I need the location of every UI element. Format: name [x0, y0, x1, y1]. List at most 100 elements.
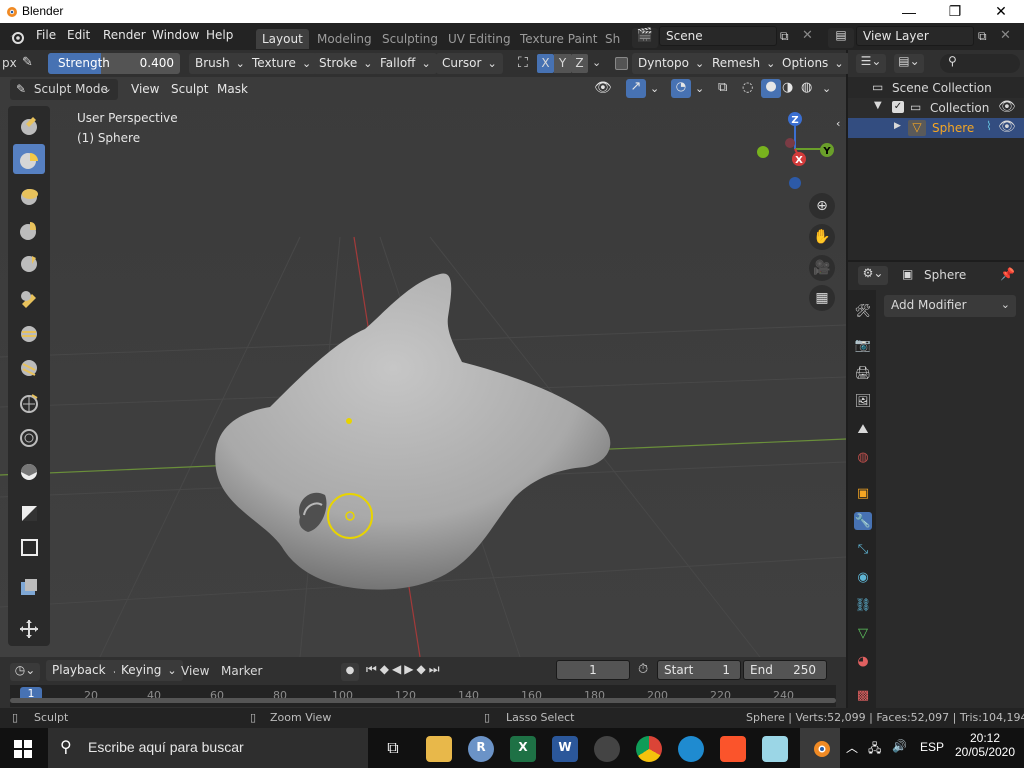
render-tab-icon[interactable]: 📷 — [854, 336, 872, 354]
pin-icon[interactable]: 📌 — [1000, 267, 1015, 281]
scene-copy-icon[interactable]: ⧉ — [780, 29, 789, 44]
cursor-dropdown[interactable]: Cursor — [436, 53, 503, 74]
mirror-z-toggle[interactable]: Z — [571, 54, 588, 73]
scene-name-field[interactable]: Scene — [659, 26, 777, 46]
language-indicator[interactable]: ESP — [920, 740, 944, 754]
draw-brush-icon[interactable] — [13, 110, 45, 140]
scene-browse-icon[interactable]: 🎬 — [632, 28, 658, 48]
sidebar-toggle-icon[interactable]: ‹ — [836, 117, 840, 130]
collection-visibility-eye-icon[interactable]: 👁 — [998, 99, 1016, 115]
taskbar-clock[interactable]: 20:12 20/05/2020 — [950, 731, 1020, 759]
start-frame-field[interactable]: Start 1 — [657, 660, 741, 680]
overlays-chevron-icon[interactable]: ⌄ — [695, 82, 704, 95]
texture-dropdown[interactable]: Texture — [246, 53, 318, 74]
display-mode-icon[interactable]: ▤⌄ — [894, 54, 924, 73]
keying-dropdown[interactable]: Keying — [115, 660, 183, 681]
tab-uv-editing[interactable]: UV Editing — [442, 29, 517, 49]
modifier-tab-wrench-icon[interactable]: 🔧 — [854, 512, 872, 530]
remesh-dropdown[interactable]: Remesh — [706, 53, 782, 74]
view-layer-field[interactable]: View Layer — [856, 26, 974, 46]
xray-toggle-icon[interactable]: ⧉ — [718, 80, 727, 95]
chrome-icon[interactable] — [636, 736, 662, 762]
mirror-y-toggle[interactable]: Y — [554, 54, 571, 73]
menu-file[interactable]: File — [36, 28, 56, 42]
symmetry-chevron-icon[interactable]: ⌄ — [592, 56, 601, 69]
brush-pencil-icon[interactable]: ✎ — [22, 55, 33, 70]
collapse-arrow-icon[interactable]: ▼ — [874, 100, 882, 111]
menu-mask[interactable]: Mask — [217, 82, 248, 96]
flatten-brush-icon[interactable] — [13, 422, 45, 452]
inflate-brush-icon[interactable] — [13, 284, 45, 314]
volume-icon[interactable]: 🔊 — [892, 739, 907, 753]
edge-icon[interactable] — [678, 736, 704, 762]
visibility-eye-icon[interactable]: 👁 — [594, 80, 612, 96]
falloff-dropdown[interactable]: Falloff — [374, 53, 437, 74]
tab-sculpting[interactable]: Sculpting — [376, 29, 444, 49]
scene-remove-icon[interactable]: ✕ — [802, 28, 813, 43]
blob-brush-icon[interactable] — [13, 318, 45, 348]
menu-view[interactable]: View — [131, 82, 159, 96]
overlays-toggle-icon[interactable]: ◔ — [671, 79, 691, 98]
brush-dropdown[interactable]: Brush — [189, 53, 251, 74]
solid-shading-icon[interactable]: ● — [761, 79, 781, 98]
timeline-ruler[interactable]: 1 20 40 60 80 100 120 140 160 180 200 22… — [10, 685, 836, 707]
scene-tab-icon[interactable]: ⛰ — [854, 420, 872, 438]
3d-viewport[interactable]: ✎ Sculpt Mode ⌄ View Sculpt Mask 👁 ↗ ⌄ ◔… — [0, 77, 846, 657]
app-icon[interactable] — [762, 736, 788, 762]
add-modifier-dropdown[interactable]: Add Modifier ⌄ — [884, 295, 1016, 317]
view-layer-copy-icon[interactable]: ⧉ — [978, 29, 987, 44]
draw-sharp-brush-icon[interactable] — [13, 144, 45, 174]
clay-strips-brush-icon[interactable] — [13, 214, 45, 244]
stroke-dropdown[interactable]: Stroke — [313, 53, 379, 74]
mask-brush-icon[interactable] — [13, 498, 45, 528]
menu-help[interactable]: Help — [206, 28, 233, 42]
expand-arrow-icon[interactable]: ▶ — [894, 121, 901, 131]
options-dropdown[interactable]: Options — [776, 53, 850, 74]
tab-layout[interactable]: Layout — [256, 29, 309, 49]
object-tab-icon[interactable]: ▣ — [854, 484, 872, 502]
dyntopo-checkbox[interactable] — [615, 57, 628, 70]
face-sets-icon[interactable] — [13, 572, 45, 602]
smooth-brush-icon[interactable] — [13, 388, 45, 418]
outliner-row-sphere[interactable]: ▶ ▽ Sphere ⌇ 👁 — [848, 118, 1024, 138]
minimize-button[interactable]: — — [886, 0, 932, 23]
output-tab-icon[interactable]: 🖨 — [854, 364, 872, 382]
task-view-icon[interactable]: ⧉ — [380, 736, 406, 762]
material-shading-icon[interactable]: ◑ — [782, 80, 793, 95]
excel-icon[interactable]: X — [510, 736, 536, 762]
editor-type-clock-icon[interactable]: ◷⌄ — [10, 663, 40, 681]
physics-tab-icon[interactable]: ◉ — [854, 568, 872, 586]
menu-sculpt[interactable]: Sculpt — [171, 82, 208, 96]
constraints-tab-icon[interactable]: ⛓ — [854, 596, 872, 614]
brave-icon[interactable] — [720, 736, 746, 762]
end-frame-field[interactable]: End 250 — [743, 660, 827, 680]
material-tab-icon[interactable]: ◕ — [854, 652, 872, 670]
shading-chevron-icon[interactable]: ⌄ — [822, 82, 831, 95]
menu-edit[interactable]: Edit — [67, 28, 90, 42]
clay-brush-icon[interactable] — [13, 180, 45, 210]
menu-window[interactable]: Window — [152, 28, 199, 42]
tab-modeling[interactable]: Modeling — [311, 29, 378, 49]
playback-controls[interactable]: ⏮◆◀▶◆⏭ — [366, 662, 443, 677]
tab-texture-paint[interactable]: Texture Paint — [514, 29, 603, 49]
view-layer-tab-icon[interactable]: 🖼 — [854, 392, 872, 410]
outliner-row-scene-collection[interactable]: ▭ Scene Collection — [848, 78, 1024, 98]
data-tab-mesh-icon[interactable]: ▽ — [854, 624, 872, 642]
file-explorer-icon[interactable] — [426, 736, 452, 762]
taskbar-search-box[interactable]: ⚲ Escribe aquí para buscar — [48, 728, 368, 768]
current-frame-field[interactable]: 1 — [556, 660, 630, 680]
gizmo-chevron-icon[interactable]: ⌄ — [650, 82, 659, 95]
blender-menu-icon[interactable] — [8, 29, 26, 45]
mirror-x-toggle[interactable]: X — [537, 54, 554, 73]
perspective-toggle-grid-icon[interactable]: ▦ — [809, 285, 835, 311]
crease-brush-icon[interactable] — [13, 352, 45, 382]
pan-view-hand-icon[interactable]: ✋ — [809, 224, 835, 250]
dyntopo-dropdown[interactable]: Dyntopo — [632, 53, 711, 74]
tool-tab-icon[interactable]: 🛠 — [854, 302, 872, 320]
collection-exclude-checkbox[interactable]: ✓ — [892, 101, 904, 113]
timeline-scrollbar[interactable] — [10, 698, 836, 703]
maximize-button[interactable]: ❐ — [932, 0, 978, 23]
word-icon[interactable]: W — [552, 736, 578, 762]
layer-brush-icon[interactable] — [13, 248, 45, 278]
photos-app-icon[interactable] — [594, 736, 620, 762]
